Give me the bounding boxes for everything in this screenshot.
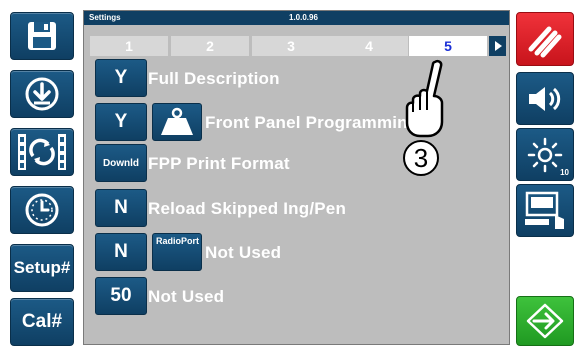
printer-icon (525, 191, 564, 229)
weight-icon (161, 107, 193, 135)
fpp-print-format-value: Downld (102, 157, 140, 169)
fpp-print-format-label: FPP Print Format (148, 154, 290, 173)
front-panel-programming-toggle[interactable]: Y (95, 103, 147, 141)
stop-icon (528, 26, 562, 58)
front-panel-programming-value: Y (114, 111, 128, 132)
sync-icon (18, 134, 66, 170)
tab-label: 4 (365, 38, 373, 54)
print-button[interactable] (516, 184, 574, 237)
not-used-value-button-2[interactable]: 50 (95, 277, 147, 315)
cal-button-label: Cal# (21, 311, 63, 332)
brightness-icon (527, 137, 563, 172)
volume-icon (529, 86, 561, 111)
version-label: 1.0.0.96 (289, 13, 318, 22)
sync-button[interactable] (10, 128, 74, 176)
tab-1[interactable]: 1 (90, 36, 168, 56)
stop-button[interactable] (516, 12, 574, 66)
chevron-right-icon (494, 41, 502, 51)
tab-strip: 1 2 3 4 5 (84, 31, 509, 57)
tab-label: 3 (287, 38, 295, 54)
step-number: 3 (413, 142, 429, 173)
radioport-button[interactable]: RadioPort (152, 233, 202, 271)
window-title: Settings (89, 13, 121, 22)
brightness-level: 10 (560, 168, 569, 177)
tab-label: 2 (206, 38, 214, 54)
enter-icon (526, 303, 564, 339)
tab-3[interactable]: 3 (252, 36, 330, 56)
download-icon (25, 77, 59, 111)
setup-button-label: Setup# (13, 258, 71, 277)
hand-pointer-icon (405, 59, 444, 138)
not-used-toggle-1[interactable]: N (95, 233, 147, 271)
clock-icon (25, 193, 59, 227)
radioport-label: RadioPort (156, 236, 200, 246)
not-used-value-1: N (114, 241, 128, 262)
save-button[interactable] (10, 12, 74, 60)
not-used-value-2: 50 (110, 285, 132, 306)
tab-label: 1 (125, 38, 133, 54)
tab-2[interactable]: 2 (171, 36, 249, 56)
tab-5[interactable]: 5 (409, 36, 487, 56)
volume-button[interactable] (516, 72, 574, 125)
cal-button[interactable]: Cal# (10, 298, 74, 346)
not-used-label-1: Not Used (205, 243, 282, 262)
reload-skipped-label: Reload Skipped Ing/Pen (148, 199, 347, 218)
download-button[interactable] (10, 70, 74, 118)
full-description-toggle[interactable]: Y (95, 59, 147, 97)
weight-button[interactable] (152, 103, 202, 141)
enter-button[interactable] (516, 296, 574, 346)
full-description-value: Y (114, 67, 128, 88)
tab-label: 5 (444, 38, 452, 54)
fpp-print-format-button[interactable]: Downld (95, 144, 147, 182)
title-bar: Settings 1.0.0.96 (84, 11, 509, 25)
tab-4[interactable]: 4 (330, 36, 408, 56)
reload-skipped-toggle[interactable]: N (95, 189, 147, 227)
tab-next-button[interactable] (489, 36, 506, 56)
not-used-label-2: Not Used (148, 287, 225, 306)
brightness-button[interactable]: 10 (516, 128, 574, 181)
save-icon (28, 22, 56, 50)
front-panel-programming-label: Front Panel Programming (205, 113, 419, 132)
step-number-badge: 3 (403, 140, 439, 176)
clock-button[interactable] (10, 186, 74, 234)
full-description-label: Full Description (148, 69, 280, 88)
setup-button[interactable]: Setup# (10, 244, 74, 292)
reload-skipped-value: N (114, 197, 128, 218)
